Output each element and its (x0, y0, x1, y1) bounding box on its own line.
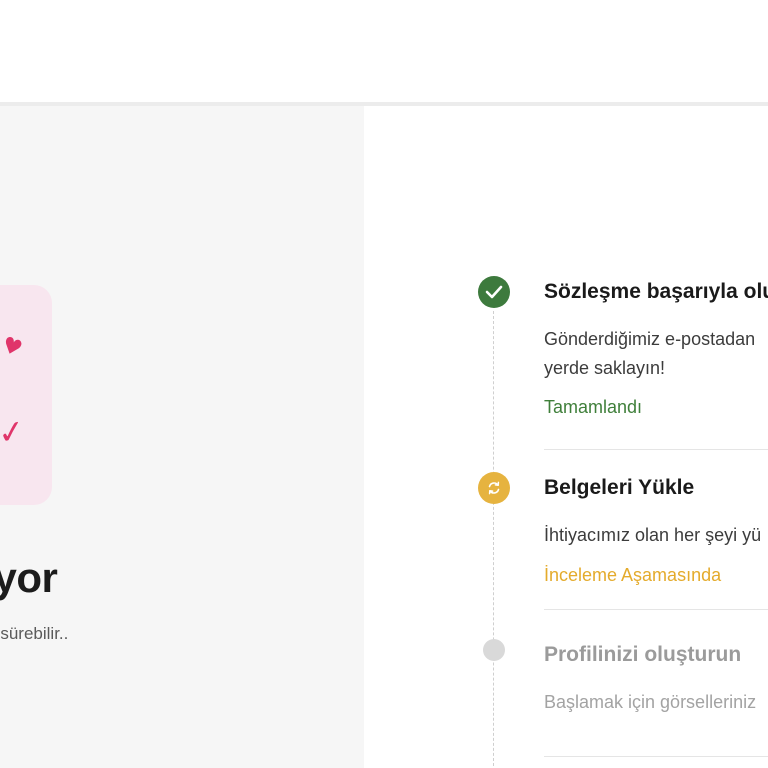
right-panel: Sözleşme başarıyla olu Gönderdiğimiz e-p… (364, 106, 768, 768)
left-panel: ♥ ✓ ulanıyor üne kadar sürebilir.. (0, 106, 364, 768)
step-description: Gönderdiğimiz e-postadan yerde saklayın! (544, 325, 755, 383)
checkmark-icon (478, 276, 510, 308)
step-description-line: yerde saklayın! (544, 358, 666, 378)
step-divider (544, 756, 768, 757)
step-divider (544, 449, 768, 450)
step-status: Tamamlandı (544, 397, 643, 417)
illustration-card: ♥ ✓ (0, 285, 52, 505)
step-title: Belgeleri Yükle (544, 476, 695, 499)
step-description-line: Gönderdiğimiz e-postadan (544, 329, 756, 349)
step-divider (544, 609, 768, 610)
heart-icon: ♥ (0, 332, 26, 363)
page-subtitle: üne kadar sürebilir.. (0, 624, 69, 643)
step-description: Başlamak için görselleriniz (544, 692, 757, 712)
step-title: Sözleşme başarıyla olu (544, 280, 768, 303)
refresh-icon (478, 472, 510, 504)
heart-icon: ✓ (0, 411, 28, 453)
step-status: İnceleme Aşamasında (544, 565, 722, 585)
page-title: ulanıyor (0, 554, 58, 601)
step-title: Profilinizi oluşturun (544, 643, 742, 666)
top-bar (0, 0, 768, 102)
timeline-line (493, 311, 494, 768)
pending-dot-icon (483, 639, 505, 661)
step-description: İhtiyacımız olan her şeyi yü (544, 525, 762, 545)
